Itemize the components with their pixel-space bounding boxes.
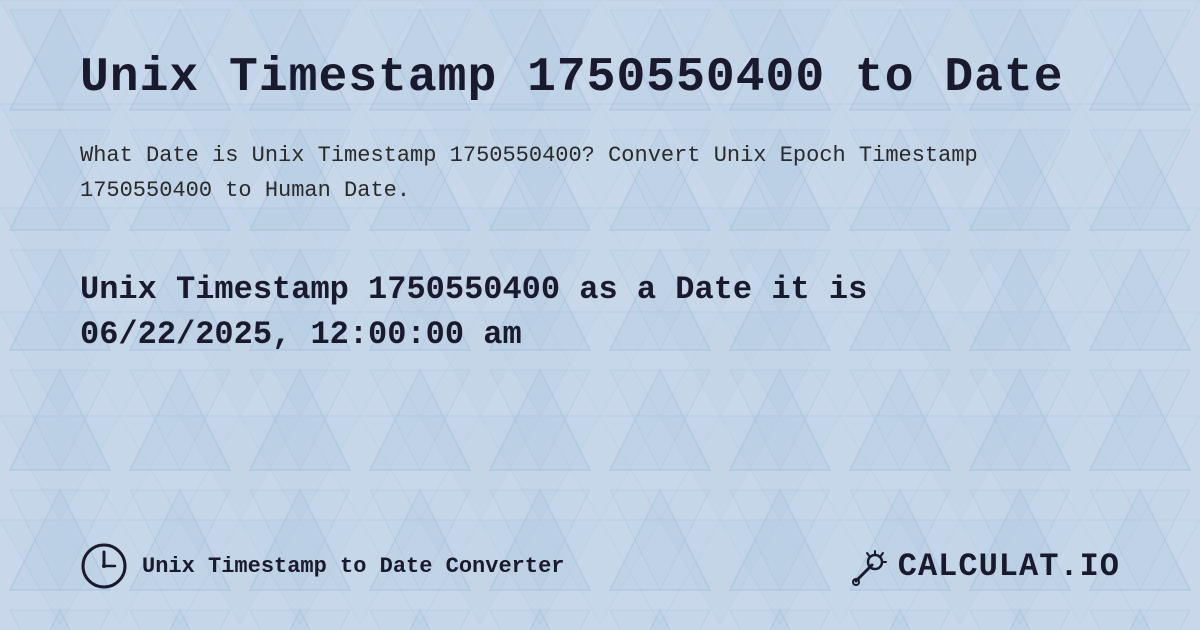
footer: Unix Timestamp to Date Converter [80, 522, 1120, 590]
top-section: Unix Timestamp 1750550400 to Date What D… [80, 50, 1120, 248]
result-section: Unix Timestamp 1750550400 as a Date it i… [80, 268, 1120, 358]
logo-text: CALCULAT.IO [898, 548, 1120, 585]
logo-area[interactable]: CALCULAT.IO [848, 545, 1120, 587]
description-text: What Date is Unix Timestamp 1750550400? … [80, 138, 1120, 208]
page-title: Unix Timestamp 1750550400 to Date [80, 50, 1120, 108]
result-line1: Unix Timestamp 1750550400 as a Date it i… [80, 271, 867, 308]
clock-icon [80, 542, 128, 590]
logo-icon [848, 545, 890, 587]
result-line2: 06/22/2025, 12:00:00 am [80, 316, 522, 353]
result-text: Unix Timestamp 1750550400 as a Date it i… [80, 268, 1120, 358]
footer-left[interactable]: Unix Timestamp to Date Converter [80, 542, 564, 590]
footer-link-label[interactable]: Unix Timestamp to Date Converter [142, 554, 564, 579]
